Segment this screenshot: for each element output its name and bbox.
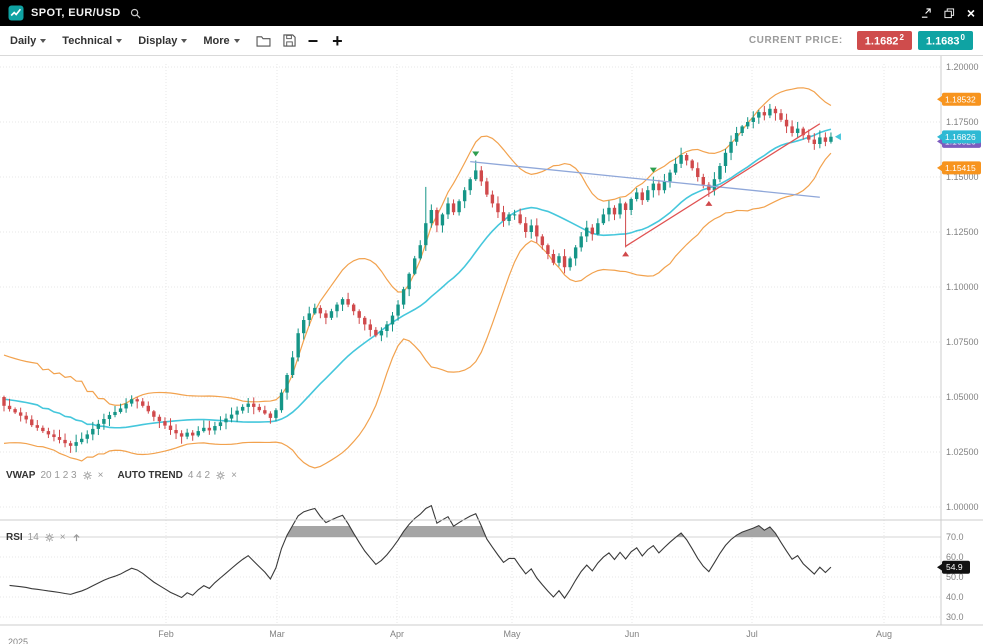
svg-text:1.20000: 1.20000	[946, 62, 979, 72]
svg-text:1.17500: 1.17500	[946, 117, 979, 127]
toolbar: Daily Technical Display More − + CURRENT…	[0, 26, 983, 56]
svg-text:1.15415: 1.15415	[945, 163, 976, 173]
chevron-down-icon	[181, 39, 187, 43]
rsi-move-up-icon[interactable]	[72, 533, 81, 542]
menu-more[interactable]: More	[203, 35, 239, 47]
menu-timeframe[interactable]: Daily	[10, 35, 46, 47]
rsi-indicator-params: 14	[28, 532, 39, 543]
svg-text:40.0: 40.0	[946, 592, 964, 602]
svg-text:1.12500: 1.12500	[946, 227, 979, 237]
svg-text:Jul: Jul	[746, 629, 758, 639]
vwap-indicator-name: VWAP	[6, 470, 35, 481]
svg-text:2025: 2025	[8, 637, 28, 644]
chart-area: Feb Mar Apr May Jun Jul Aug 2025 1.20000 1.17500 1…	[0, 56, 983, 644]
svg-text:70.0: 70.0	[946, 532, 964, 542]
autotrend-settings-icon[interactable]	[216, 471, 225, 480]
symbol-search-icon[interactable]	[130, 8, 141, 19]
rsi-indicator-name: RSI	[6, 532, 23, 543]
ask-price-button[interactable]: 1.16830	[918, 31, 973, 51]
autotrend-indicator-params: 4 4 2	[188, 470, 210, 481]
svg-text:54.9: 54.9	[946, 562, 963, 572]
rsi-indicator-labels: RSI 14 ×	[6, 532, 81, 543]
price-chart[interactable]: Feb Mar Apr May Jun Jul Aug 2025 1.20000 1.17500 1…	[0, 56, 983, 644]
close-window-icon[interactable]: ×	[967, 6, 975, 20]
svg-text:1.16826: 1.16826	[945, 132, 976, 142]
svg-text:Jun: Jun	[625, 629, 640, 639]
autotrend-remove-icon[interactable]: ×	[231, 471, 237, 481]
vwap-indicator-params: 20 1 2 3	[40, 470, 76, 481]
svg-text:May: May	[503, 629, 521, 639]
save-icon[interactable]	[283, 34, 296, 47]
svg-text:Mar: Mar	[269, 629, 285, 639]
svg-text:1.00000: 1.00000	[946, 502, 979, 512]
svg-text:Feb: Feb	[158, 629, 174, 639]
chevron-down-icon	[40, 39, 46, 43]
symbol-title: SPOT, EUR/USD	[31, 7, 121, 19]
svg-text:1.02500: 1.02500	[946, 447, 979, 457]
zoom-out-button[interactable]: −	[308, 32, 319, 50]
chevron-down-icon	[116, 39, 122, 43]
overlay-indicator-labels: VWAP 20 1 2 3 × AUTO TREND 4 4 2 ×	[6, 470, 237, 481]
rsi-settings-icon[interactable]	[45, 533, 54, 542]
svg-text:Apr: Apr	[390, 629, 404, 639]
app-logo-icon	[8, 5, 24, 21]
svg-text:1.18532: 1.18532	[945, 94, 976, 104]
svg-text:Aug: Aug	[876, 629, 892, 639]
current-price-label: CURRENT PRICE:	[749, 35, 843, 46]
restore-window-icon[interactable]	[944, 8, 955, 19]
menu-display[interactable]: Display	[138, 35, 187, 47]
svg-text:1.05000: 1.05000	[946, 392, 979, 402]
titlebar: SPOT, EUR/USD ×	[0, 0, 983, 26]
menu-technical[interactable]: Technical	[62, 35, 122, 47]
svg-text:1.07500: 1.07500	[946, 337, 979, 347]
svg-text:60.0: 60.0	[946, 552, 964, 562]
vwap-remove-icon[interactable]: ×	[98, 471, 104, 481]
chevron-down-icon	[234, 39, 240, 43]
autotrend-indicator-name: AUTO TREND	[117, 470, 182, 481]
vwap-settings-icon[interactable]	[83, 471, 92, 480]
zoom-in-button[interactable]: +	[332, 32, 343, 50]
rsi-remove-icon[interactable]: ×	[60, 533, 66, 543]
svg-text:1.10000: 1.10000	[946, 282, 979, 292]
dock-window-icon[interactable]	[921, 8, 932, 19]
svg-text:30.0: 30.0	[946, 612, 964, 622]
bid-price-button[interactable]: 1.16822	[857, 31, 912, 51]
open-folder-icon[interactable]	[256, 35, 271, 47]
